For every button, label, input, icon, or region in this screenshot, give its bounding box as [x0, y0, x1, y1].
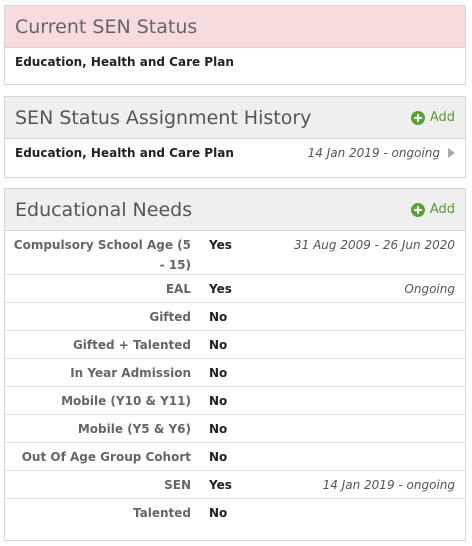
add-label: Add: [429, 110, 455, 125]
need-row: Gifted + Talented No: [5, 331, 465, 359]
need-value: No: [209, 506, 228, 520]
need-name: Gifted + Talented: [72, 338, 191, 352]
sen-status-history-header: SEN Status Assignment History Add: [5, 97, 465, 139]
need-dates: 14 Jan 2019 - ongoing: [322, 478, 455, 492]
need-name: SEN: [164, 478, 191, 492]
history-row[interactable]: Education, Health and Care Plan 14 Jan 2…: [5, 139, 465, 167]
need-name: Mobile (Y10 & Y11): [61, 394, 191, 408]
add-history-button[interactable]: Add: [410, 110, 455, 125]
need-row: EAL Yes Ongoing: [5, 275, 465, 303]
panel-title: Educational Needs: [15, 198, 193, 221]
need-row: Mobile (Y5 & Y6) No: [5, 415, 465, 443]
need-value: No: [209, 310, 228, 324]
need-value: No: [209, 394, 228, 408]
need-value: Yes: [209, 282, 232, 296]
plus-circle-icon: [410, 202, 425, 217]
educational-needs-panel: Educational Needs Add Compulsory School …: [4, 188, 466, 541]
need-value: No: [209, 450, 228, 464]
need-row: Compulsory School Age (5 - 15) Yes 31 Au…: [5, 231, 465, 275]
need-row: SEN Yes 14 Jan 2019 - ongoing: [5, 471, 465, 499]
need-row: Talented No: [5, 499, 465, 527]
need-value: No: [209, 422, 228, 436]
educational-needs-header: Educational Needs Add: [5, 189, 465, 231]
need-name: Gifted: [149, 310, 191, 324]
history-row-label: Education, Health and Care Plan: [15, 146, 234, 160]
need-name: Mobile (Y5 & Y6): [77, 422, 191, 436]
sen-status-history-panel: SEN Status Assignment History Add Educat…: [4, 96, 466, 178]
current-sen-status-header: Current SEN Status: [5, 6, 465, 48]
need-row: Gifted No: [5, 303, 465, 331]
need-row: In Year Admission No: [5, 359, 465, 387]
need-value: No: [209, 338, 228, 352]
need-row: Out Of Age Group Cohort No: [5, 443, 465, 471]
need-value: Yes: [209, 238, 232, 252]
need-value: Yes: [209, 478, 232, 492]
need-dates: 31 Aug 2009 - 26 Jun 2020: [293, 238, 455, 252]
need-name: In Year Admission: [70, 366, 191, 380]
need-name: Out Of Age Group Cohort: [21, 450, 191, 464]
current-sen-status-panel: Current SEN Status Education, Health and…: [4, 5, 466, 85]
need-value: No: [209, 366, 228, 380]
need-name: Talented: [133, 506, 191, 520]
triangle-right-icon: [448, 148, 455, 158]
add-need-button[interactable]: Add: [410, 202, 455, 217]
plus-circle-icon: [410, 110, 425, 125]
need-name: EAL: [165, 282, 191, 296]
need-row: Mobile (Y10 & Y11) No: [5, 387, 465, 415]
need-name: Compulsory School Age (5 - 15): [13, 238, 191, 272]
history-row-dates: 14 Jan 2019 - ongoing: [307, 146, 440, 160]
panel-title: SEN Status Assignment History: [15, 106, 312, 129]
add-label: Add: [429, 202, 455, 217]
panel-title: Current SEN Status: [15, 15, 198, 38]
need-dates: Ongoing: [404, 282, 455, 296]
current-sen-status-value: Education, Health and Care Plan: [15, 55, 234, 69]
